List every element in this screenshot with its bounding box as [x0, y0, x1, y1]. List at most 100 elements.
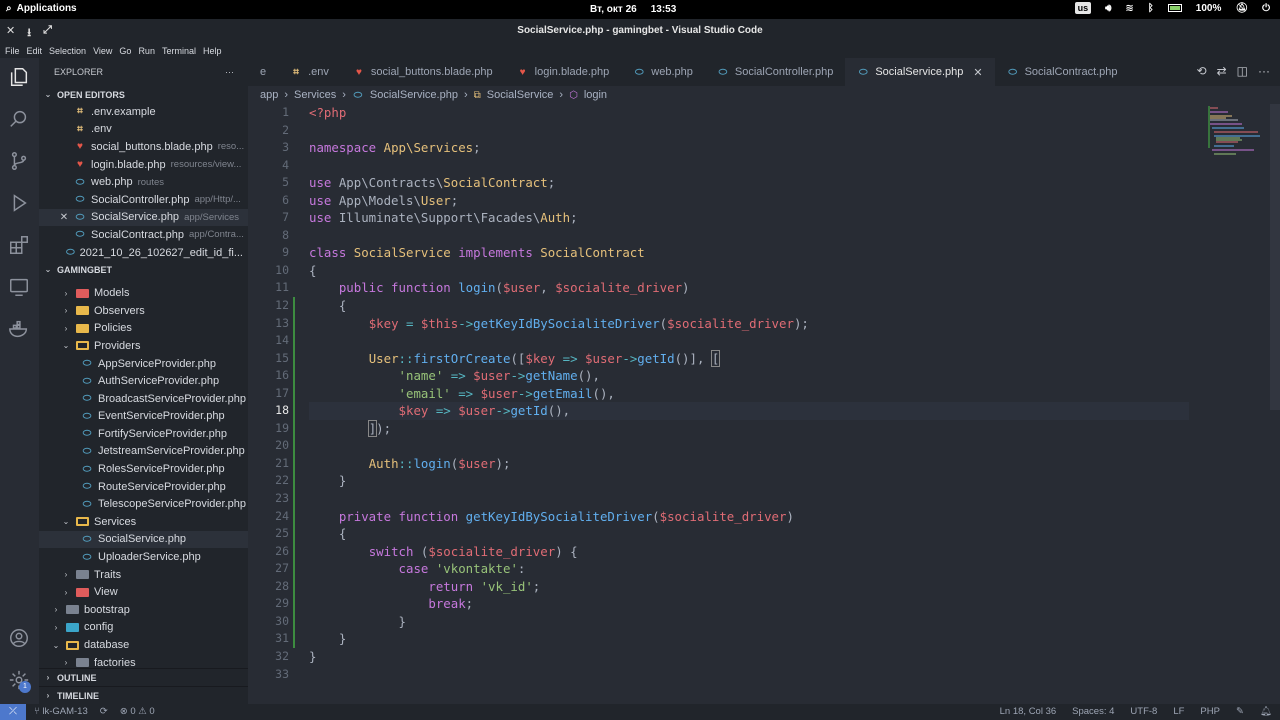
- code-line[interactable]: namespace App\Services;: [309, 139, 1189, 157]
- folder-tree-item[interactable]: ⌄ Providers: [39, 337, 248, 355]
- breadcrumb-file[interactable]: SocialService.php: [370, 89, 458, 101]
- open-editor-item[interactable]: ⌗ .env.example: [39, 103, 248, 121]
- folder-tree-item[interactable]: › Observers: [39, 302, 248, 320]
- open-editors-header[interactable]: ⌄ OPEN EDITORS: [39, 86, 248, 103]
- menu-terminal[interactable]: Terminal: [162, 46, 196, 56]
- open-editor-item[interactable]: ✕ ⬭ SocialService.php app/Services: [39, 208, 248, 227]
- source-control-icon[interactable]: [8, 150, 30, 172]
- code-line[interactable]: [309, 227, 1189, 245]
- run-debug-icon[interactable]: [8, 192, 30, 214]
- clock[interactable]: Вт, окт 26 13:53: [590, 4, 676, 15]
- folder-tree-item[interactable]: › View: [39, 583, 248, 601]
- code-line[interactable]: 'email' => $user->getEmail(),: [309, 385, 1189, 403]
- editor-tab[interactable]: ⌗ .env: [278, 58, 341, 86]
- folder-tree-item[interactable]: ⌄ database: [39, 636, 248, 654]
- open-editor-item[interactable]: ⬭ SocialController.php app/Http/...: [39, 191, 248, 209]
- code-line[interactable]: private function getKeyIdBySocialiteDriv…: [309, 508, 1189, 526]
- code-line[interactable]: 'name' => $user->getName(),: [309, 367, 1189, 385]
- folder-tree-item[interactable]: › Traits: [39, 566, 248, 584]
- open-changes-icon[interactable]: ⟲: [1197, 64, 1207, 78]
- folder-tree-item[interactable]: ⌄ Services: [39, 513, 248, 531]
- editor-tab[interactable]: ⬭ SocialController.php: [705, 58, 845, 86]
- open-editor-item[interactable]: ⬭ 2021_10_26_102627_edit_id_fi...: [39, 244, 248, 262]
- code-line[interactable]: use Illuminate\Support\Facades\Auth;: [309, 209, 1189, 227]
- cursor-position[interactable]: Ln 18, Col 36: [1000, 706, 1057, 717]
- extensions-icon[interactable]: [8, 234, 30, 256]
- open-editor-item[interactable]: ♥ login.blade.php resources/view...: [39, 156, 248, 174]
- folder-tree-item[interactable]: › Models: [39, 284, 248, 302]
- code-line[interactable]: User::firstOrCreate([$key => $user->getI…: [309, 349, 1189, 368]
- menu-selection[interactable]: Selection: [49, 46, 86, 56]
- code-line[interactable]: $key => $user->getId(),: [309, 402, 1189, 420]
- breadcrumb-method[interactable]: login: [584, 89, 607, 101]
- volume-icon[interactable]: 🔊︎: [1105, 3, 1111, 14]
- keyboard-layout[interactable]: us: [1074, 2, 1092, 14]
- feedback-icon[interactable]: ✎: [1236, 706, 1244, 717]
- system-tray[interactable]: us 🔊︎ ≋ ᛒ 100% 🔕︎ ⏻: [1074, 2, 1270, 14]
- git-branch[interactable]: ⑂ lk-GAM-13: [34, 706, 88, 717]
- code-line[interactable]: switch ($socialite_driver) {: [309, 543, 1189, 561]
- breadcrumb-class[interactable]: SocialService: [487, 89, 554, 101]
- code-content[interactable]: <?php namespace App\Services; use App\Con…: [309, 104, 1189, 683]
- code-line[interactable]: [309, 122, 1189, 140]
- code-line[interactable]: use App\Models\User;: [309, 192, 1189, 210]
- code-line[interactable]: $key = $this->getKeyIdBySocialiteDriver(…: [309, 315, 1189, 333]
- notifications-bell-icon[interactable]: 🔔︎: [1260, 706, 1272, 717]
- problems-indicator[interactable]: ⊗ 0 ⚠ 0: [120, 706, 155, 717]
- code-line[interactable]: [309, 666, 1189, 684]
- explorer-icon[interactable]: [8, 66, 30, 88]
- editor-tab[interactable]: e: [248, 58, 278, 86]
- code-line[interactable]: [309, 332, 1189, 350]
- battery-icon[interactable]: [1167, 4, 1182, 12]
- code-line[interactable]: return 'vk_id';: [309, 578, 1189, 596]
- code-line[interactable]: <?php: [309, 104, 1189, 122]
- breadcrumb-services[interactable]: Services: [294, 89, 336, 101]
- code-line[interactable]: ]);: [309, 419, 1189, 438]
- wifi-icon[interactable]: ≋: [1125, 3, 1133, 14]
- split-editor-icon[interactable]: ◫: [1237, 64, 1248, 78]
- file-tree-item[interactable]: ⬭ UploaderService.php: [39, 548, 248, 566]
- code-line[interactable]: {: [309, 525, 1189, 543]
- code-line[interactable]: break;: [309, 595, 1189, 613]
- remote-explorer-icon[interactable]: [8, 276, 30, 298]
- menu-run[interactable]: Run: [138, 46, 155, 56]
- code-line[interactable]: [309, 157, 1189, 175]
- remote-indicator-icon[interactable]: ⤫: [0, 704, 26, 720]
- more-actions-icon[interactable]: ···: [225, 67, 234, 77]
- applications-menu[interactable]: ⌕ Applications: [6, 3, 77, 14]
- menu-go[interactable]: Go: [119, 46, 131, 56]
- close-icon[interactable]: ✕: [973, 66, 982, 79]
- editor-tab[interactable]: ⬭ SocialContract.php: [995, 58, 1130, 86]
- code-line[interactable]: {: [309, 262, 1189, 280]
- code-editor[interactable]: 1 2 3 4 5 6 7 8 9 10 11 12 13 14 15 16 17 18 19 20 21 22 23 24 2…: [248, 104, 1280, 704]
- menu-view[interactable]: View: [93, 46, 112, 56]
- code-line[interactable]: use App\Contracts\SocialContract;: [309, 174, 1189, 192]
- menu-edit[interactable]: Edit: [27, 46, 43, 56]
- accounts-icon[interactable]: [8, 627, 30, 649]
- folder-tree-item[interactable]: › Policies: [39, 320, 248, 338]
- menu-file[interactable]: File: [5, 46, 20, 56]
- close-icon[interactable]: ✕: [59, 212, 69, 223]
- open-editor-item[interactable]: ⬭ SocialContract.php app/Contra...: [39, 226, 248, 244]
- outline-header[interactable]: › OUTLINE: [39, 668, 248, 686]
- minimap[interactable]: [1188, 104, 1268, 164]
- folder-tree-item[interactable]: › config: [39, 619, 248, 637]
- compare-icon[interactable]: ⇄: [1217, 64, 1227, 78]
- file-tree-item[interactable]: ⬭ TelescopeServiceProvider.php: [39, 495, 248, 513]
- file-tree-item[interactable]: ⬭ AppServiceProvider.php: [39, 355, 248, 373]
- open-editor-item[interactable]: ⬭ web.php routes: [39, 173, 248, 191]
- file-tree-item[interactable]: ⬭ JetstreamServiceProvider.php: [39, 443, 248, 461]
- code-line[interactable]: }: [309, 472, 1189, 490]
- editor-tab[interactable]: ⬭ web.php: [621, 58, 705, 86]
- code-line[interactable]: public function login($user, $socialite_…: [309, 279, 1189, 297]
- code-line[interactable]: }: [309, 613, 1189, 631]
- file-tree-item[interactable]: ⬭ EventServiceProvider.php: [39, 408, 248, 426]
- notifications-icon[interactable]: 🔕︎: [1235, 3, 1248, 14]
- code-line[interactable]: [309, 437, 1189, 455]
- file-tree-item[interactable]: ⬭ RouteServiceProvider.php: [39, 478, 248, 496]
- code-line[interactable]: }: [309, 630, 1189, 648]
- vertical-scrollbar[interactable]: [1270, 104, 1280, 410]
- file-tree-item[interactable]: ⬭ AuthServiceProvider.php: [39, 372, 248, 390]
- more-actions-icon[interactable]: ···: [1258, 64, 1270, 78]
- editor-tab[interactable]: ♥ login.blade.php: [505, 58, 622, 86]
